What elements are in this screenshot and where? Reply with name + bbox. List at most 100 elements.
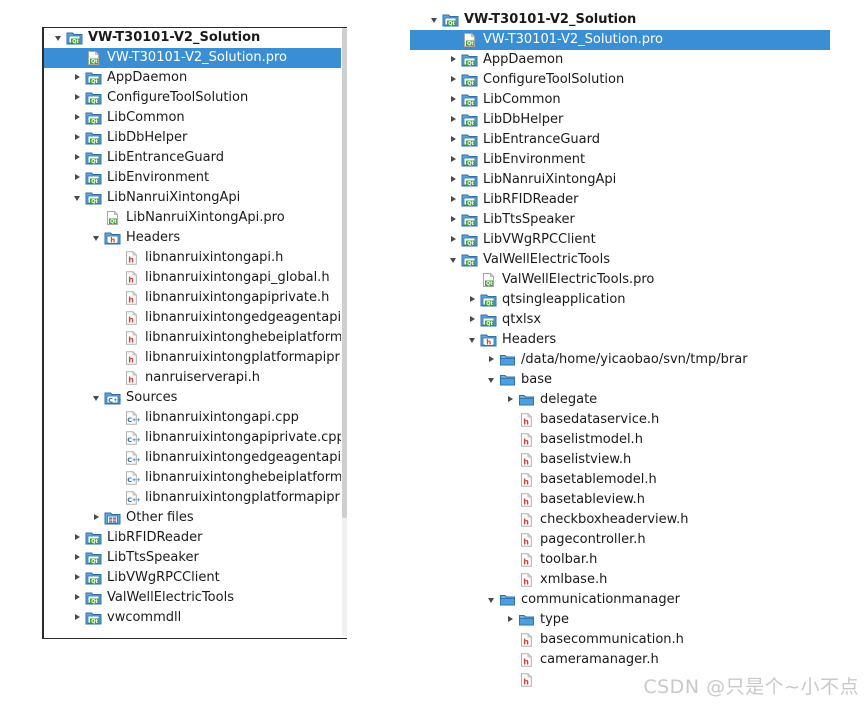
tree-row[interactable]: h libnanruixintongplatformapiprivate.h bbox=[44, 348, 341, 368]
tree-row[interactable]: Qt qtsingleapplication bbox=[410, 290, 830, 310]
tree-row[interactable]: h basetableview.h bbox=[410, 490, 830, 510]
tree-row[interactable]: Qt ValWellElectricTools bbox=[44, 588, 341, 608]
tree-row[interactable]: Qt LibTtsSpeaker bbox=[44, 548, 341, 568]
chevron-right-icon[interactable] bbox=[71, 88, 85, 108]
chevron-right-icon[interactable] bbox=[466, 310, 480, 330]
tree-row[interactable]: h checkboxheaderview.h bbox=[410, 510, 830, 530]
tree-row[interactable]: C ++ libnanruixintongapiprivate.cpp bbox=[44, 428, 341, 448]
tree-row[interactable]: h nanruiserverapi.h bbox=[44, 368, 341, 388]
tree-row[interactable]: Qt LibNanruiXintongApi bbox=[410, 170, 830, 190]
tree-row[interactable]: h toolbar.h bbox=[410, 550, 830, 570]
tree-row[interactable]: C ++ Sources bbox=[44, 388, 341, 408]
tree-row[interactable]: Qt ConfigureToolSolution bbox=[410, 70, 830, 90]
tree-row[interactable]: Qt LibNanruiXintongApi bbox=[44, 188, 341, 208]
chevron-right-icon[interactable] bbox=[447, 50, 461, 70]
tree-row[interactable]: h libnanruixintongapi.h bbox=[44, 248, 341, 268]
chevron-right-icon[interactable] bbox=[466, 290, 480, 310]
chevron-down-icon[interactable] bbox=[466, 330, 480, 350]
tree-row[interactable]: h libnanruixintongapi_global.h bbox=[44, 268, 341, 288]
chevron-down-icon[interactable] bbox=[428, 10, 442, 30]
project-tree-panel-right[interactable]: Qt VW-T30101-V2_Solution Qt VW-T30101-V2_So… bbox=[410, 10, 830, 707]
chevron-down-icon[interactable] bbox=[90, 388, 104, 408]
tree-row[interactable]: Qt LibTtsSpeaker bbox=[410, 210, 830, 230]
chevron-down-icon[interactable] bbox=[485, 370, 499, 390]
tree-row[interactable]: C++ libnanruixintongplatformapiprivate.cp… bbox=[44, 488, 341, 508]
tree-row[interactable]: h basecommunication.h bbox=[410, 630, 830, 650]
chevron-down-icon[interactable] bbox=[485, 590, 499, 610]
project-tree-left-viewport[interactable]: Qt VW-T30101-V2_Solution Qt VW-T30101-V2_So… bbox=[44, 28, 341, 638]
tree-row[interactable]: Qt ConfigureToolSolution bbox=[44, 88, 341, 108]
tree-row[interactable]: communicationmanager bbox=[410, 590, 830, 610]
tree-row[interactable]: Qt LibDbHelper bbox=[410, 110, 830, 130]
chevron-right-icon[interactable] bbox=[447, 230, 461, 250]
chevron-right-icon[interactable] bbox=[447, 210, 461, 230]
tree-row[interactable]: C++ libnanruixintonghebeiplatformapipriva… bbox=[44, 468, 341, 488]
chevron-right-icon[interactable] bbox=[447, 90, 461, 110]
chevron-right-icon[interactable] bbox=[447, 70, 461, 90]
tree-row[interactable]: Qt VW-T30101-V2_Solution bbox=[410, 10, 830, 30]
chevron-right-icon[interactable] bbox=[71, 108, 85, 128]
chevron-down-icon[interactable] bbox=[71, 188, 85, 208]
tree-row[interactable]: Qt qtxlsx bbox=[410, 310, 830, 330]
tree-row[interactable]: h basetablemodel.h bbox=[410, 470, 830, 490]
tree-row[interactable]: Qt AppDaemon bbox=[44, 68, 341, 88]
tree-row[interactable]: h baselistmodel.h bbox=[410, 430, 830, 450]
tree-row[interactable]: Qt LibEnvironment bbox=[44, 168, 341, 188]
chevron-right-icon[interactable] bbox=[504, 390, 518, 410]
chevron-right-icon[interactable] bbox=[71, 568, 85, 588]
tree-row[interactable]: h Headers bbox=[44, 228, 341, 248]
tree-row[interactable]: h libnanruixintongedgeagentapiprivate.h bbox=[44, 308, 341, 328]
chevron-right-icon[interactable] bbox=[71, 148, 85, 168]
tree-row[interactable]: delegate bbox=[410, 390, 830, 410]
tree-row[interactable]: C++ libnanruixintongedgeagentapiprivate.c… bbox=[44, 448, 341, 468]
tree-row[interactable]: Qt LibRFIDReader bbox=[44, 528, 341, 548]
chevron-right-icon[interactable] bbox=[71, 68, 85, 88]
tree-row[interactable]: Qt VW-T30101-V2_Solution.pro bbox=[44, 48, 341, 68]
chevron-right-icon[interactable] bbox=[71, 528, 85, 548]
tree-row[interactable]: type bbox=[410, 610, 830, 630]
chevron-right-icon[interactable] bbox=[90, 508, 104, 528]
chevron-right-icon[interactable] bbox=[71, 548, 85, 568]
tree-row[interactable]: h Headers bbox=[410, 330, 830, 350]
chevron-right-icon[interactable] bbox=[447, 190, 461, 210]
tree-row[interactable]: h xmlbase.h bbox=[410, 570, 830, 590]
tree-row[interactable]: h cameramanager.h bbox=[410, 650, 830, 670]
chevron-right-icon[interactable] bbox=[71, 588, 85, 608]
tree-row[interactable]: h basedataservice.h bbox=[410, 410, 830, 430]
tree-row[interactable]: Qt LibEnvironment bbox=[410, 150, 830, 170]
tree-row[interactable]: base bbox=[410, 370, 830, 390]
chevron-right-icon[interactable] bbox=[71, 608, 85, 628]
chevron-down-icon[interactable] bbox=[90, 228, 104, 248]
tree-row[interactable]: /data/home/yicaobao/svn/tmp/brar bbox=[410, 350, 830, 370]
chevron-right-icon[interactable] bbox=[485, 350, 499, 370]
tree-row[interactable]: Qt LibNanruiXintongApi.pro bbox=[44, 208, 341, 228]
chevron-right-icon[interactable] bbox=[447, 110, 461, 130]
tree-row[interactable]: h baselistview.h bbox=[410, 450, 830, 470]
chevron-right-icon[interactable] bbox=[447, 150, 461, 170]
left-panel-scrollbar-thumb[interactable] bbox=[342, 28, 347, 518]
tree-row[interactable]: h libnanruixintonghebeiplatformapiprivate… bbox=[44, 328, 341, 348]
tree-row[interactable]: Qt ValWellElectricTools bbox=[410, 250, 830, 270]
tree-row[interactable]: Qt LibEntranceGuard bbox=[44, 148, 341, 168]
chevron-right-icon[interactable] bbox=[504, 610, 518, 630]
tree-row[interactable]: Qt LibEntranceGuard bbox=[410, 130, 830, 150]
tree-row[interactable]: Qt VW-T30101-V2_Solution.pro bbox=[410, 30, 830, 50]
tree-row[interactable]: h pagecontroller.h bbox=[410, 530, 830, 550]
tree-row[interactable]: Other files bbox=[44, 508, 341, 528]
tree-row[interactable]: C ++ libnanruixintongapi.cpp bbox=[44, 408, 341, 428]
chevron-right-icon[interactable] bbox=[71, 128, 85, 148]
tree-row[interactable]: Qt LibVWgRPCClient bbox=[44, 568, 341, 588]
tree-row[interactable]: Qt VW-T30101-V2_Solution bbox=[44, 28, 341, 48]
tree-row[interactable]: Qt LibDbHelper bbox=[44, 128, 341, 148]
chevron-right-icon[interactable] bbox=[447, 170, 461, 190]
tree-row[interactable]: Qt LibVWgRPCClient bbox=[410, 230, 830, 250]
tree-row[interactable]: Qt LibCommon bbox=[44, 108, 341, 128]
left-panel-scrollbar-track[interactable] bbox=[342, 28, 347, 636]
project-tree-panel-left[interactable]: Qt VW-T30101-V2_Solution Qt VW-T30101-V2_So… bbox=[42, 27, 347, 639]
chevron-down-icon[interactable] bbox=[52, 28, 66, 48]
tree-row[interactable]: h libnanruixintongapiprivate.h bbox=[44, 288, 341, 308]
tree-row[interactable]: Qt LibRFIDReader bbox=[410, 190, 830, 210]
chevron-right-icon[interactable] bbox=[71, 168, 85, 188]
tree-row[interactable]: Qt LibCommon bbox=[410, 90, 830, 110]
tree-row[interactable]: Qt vwcommdll bbox=[44, 608, 341, 628]
